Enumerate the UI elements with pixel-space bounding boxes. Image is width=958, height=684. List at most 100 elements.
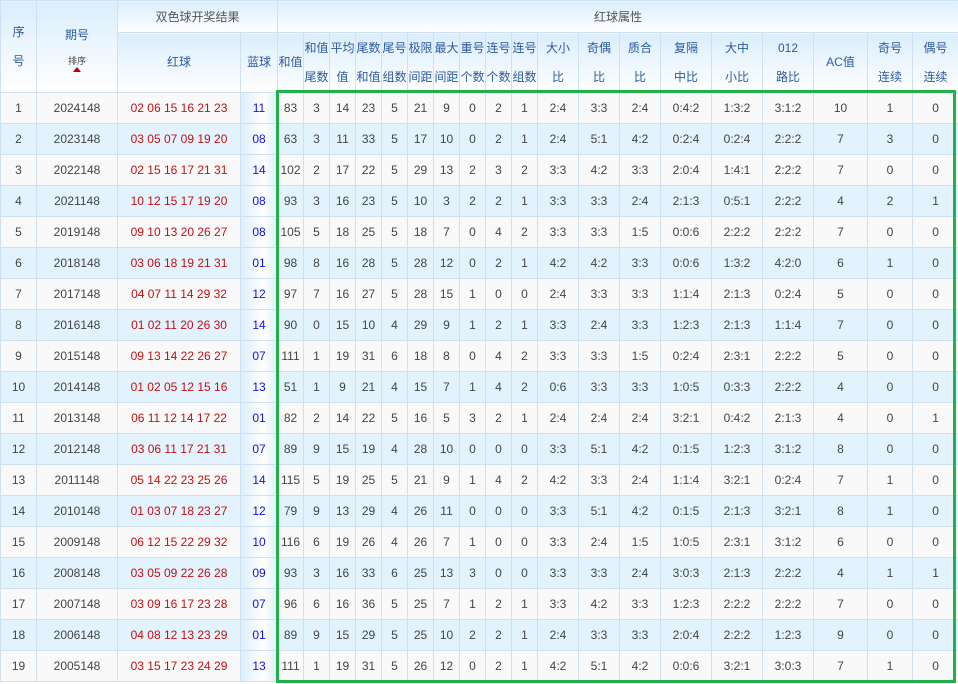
attr-cell: 2:4 (619, 464, 662, 496)
attr-cell: 1:2:3 (762, 619, 815, 651)
attr-cell: 0 (485, 278, 513, 310)
attr-cell: 26 (407, 650, 435, 682)
row-issue: 2009148 (36, 526, 118, 558)
sort-arrow-up-icon (73, 67, 81, 72)
attr-cell: 0 (867, 371, 914, 403)
attr-cell: 29 (407, 154, 435, 186)
attr-cell: 2 (485, 185, 513, 217)
attr-cell: 2 (511, 340, 539, 372)
attr-cell: 5 (381, 216, 409, 248)
red-balls: 04 07 11 14 29 32 (117, 278, 241, 310)
attr-cell: 2:3:1 (711, 526, 764, 558)
attr-cell: 3:3 (537, 433, 580, 465)
red-balls: 03 05 09 22 26 28 (117, 557, 241, 589)
attr-cell: 0 (912, 216, 958, 248)
attr-cell: 0:1:5 (660, 433, 713, 465)
row-issue: 2021148 (36, 185, 118, 217)
attr-cell: 1 (511, 185, 539, 217)
header-attr-col: 和值 尾数 (303, 32, 331, 93)
attr-cell: 5 (381, 154, 409, 186)
attr-cell: 23 (355, 185, 383, 217)
attr-cell: 2:3:1 (711, 340, 764, 372)
attr-cell: 31 (355, 650, 383, 682)
attr-cell: 4 (381, 495, 409, 527)
attr-cell: 0 (912, 340, 958, 372)
attr-cell: 97 (277, 278, 305, 310)
attr-cell: 2:2:2 (762, 557, 815, 589)
header-attr-col: 偶号 连续 (912, 32, 958, 93)
attr-cell: 6 (381, 557, 409, 589)
attr-cell: 2:1:3 (660, 185, 713, 217)
attr-cell: 0 (867, 433, 914, 465)
row-issue: 2022148 (36, 154, 118, 186)
attr-cell: 3:3 (619, 588, 662, 620)
blue-ball: 08 (239, 123, 279, 155)
attr-cell: 3 (867, 123, 914, 155)
attr-cell: 25 (407, 619, 435, 651)
blue-ball: 14 (239, 464, 279, 496)
attr-cell: 0 (912, 526, 958, 558)
table-row: 3 2022148 02 15 16 17 21 31 14 102 2 17 22 5 29 13… (0, 154, 958, 186)
attr-cell: 3:2:1 (711, 650, 764, 682)
attr-cell: 6 (303, 588, 331, 620)
row-seq: 6 (0, 247, 37, 279)
header-attr-col: 大小比 (537, 32, 580, 93)
attr-cell: 5 (381, 619, 409, 651)
attr-cell: 4 (381, 433, 409, 465)
attr-cell: 4:2 (619, 433, 662, 465)
blue-ball: 14 (239, 154, 279, 186)
table-row: 8 2016148 01 02 11 20 26 30 14 90 0 15 10 4 29 9 1 2… (0, 309, 958, 341)
attr-cell: 5 (303, 464, 331, 496)
attr-cell: 3:3 (578, 92, 621, 124)
attr-cell: 2 (511, 371, 539, 403)
attr-cell: 0 (912, 464, 958, 496)
attr-cell: 2:2:2 (711, 619, 764, 651)
attr-cell: 102 (277, 154, 305, 186)
row-issue: 2016148 (36, 309, 118, 341)
attr-cell: 2 (485, 619, 513, 651)
attr-cell: 1 (511, 92, 539, 124)
attr-cell: 10 (433, 619, 461, 651)
attr-cell: 89 (277, 433, 305, 465)
attr-cell: 0 (912, 92, 958, 124)
attr-cell: 0 (485, 433, 513, 465)
row-issue: 2024148 (36, 92, 118, 124)
attr-cell: 2:0:4 (660, 619, 713, 651)
red-balls: 01 02 11 20 26 30 (117, 309, 241, 341)
attr-cell: 79 (277, 495, 305, 527)
row-seq: 8 (0, 309, 37, 341)
header-issue: 期号 排序 (36, 0, 118, 93)
attr-cell: 9 (329, 371, 357, 403)
red-balls: 03 06 18 19 21 31 (117, 247, 241, 279)
attr-cell: 9 (433, 309, 461, 341)
attr-cell: 1 (867, 495, 914, 527)
row-seq: 11 (0, 402, 37, 434)
table-row: 13 2011148 05 14 22 23 25 26 14 115 5 19 25 5 21 9… (0, 464, 958, 496)
attr-cell: 0 (867, 309, 914, 341)
table-row: 11 2013148 06 11 12 14 17 22 01 82 2 14 22 5 16 5 3… (0, 402, 958, 434)
attr-cell: 3:3 (619, 371, 662, 403)
attr-cell: 0:2:4 (762, 464, 815, 496)
attr-cell: 0 (912, 588, 958, 620)
attr-cell: 3 (303, 92, 331, 124)
attr-cell: 0:2:4 (762, 278, 815, 310)
attr-cell: 0 (912, 247, 958, 279)
attr-cell: 0:2:4 (711, 123, 764, 155)
row-seq: 16 (0, 557, 37, 589)
attr-cell: 7 (303, 278, 331, 310)
attr-cell: 1:3:2 (711, 247, 764, 279)
blue-ball: 01 (239, 247, 279, 279)
attr-cell: 4:2 (537, 650, 580, 682)
sort-button[interactable]: 排序 (38, 55, 117, 72)
row-issue: 2007148 (36, 588, 118, 620)
attr-cell: 3:2:1 (711, 464, 764, 496)
table-row: 6 2018148 03 06 18 19 21 31 01 98 8 16 28 5 28 12 0… (0, 247, 958, 279)
attr-cell: 1:2:3 (660, 309, 713, 341)
attr-cell: 5 (381, 278, 409, 310)
blue-ball: 13 (239, 371, 279, 403)
attr-cell: 3:3 (537, 526, 580, 558)
attr-cell: 1 (459, 371, 487, 403)
attr-cell: 1:1:4 (660, 464, 713, 496)
attr-cell: 2:2:2 (762, 340, 815, 372)
attr-cell: 0 (459, 92, 487, 124)
